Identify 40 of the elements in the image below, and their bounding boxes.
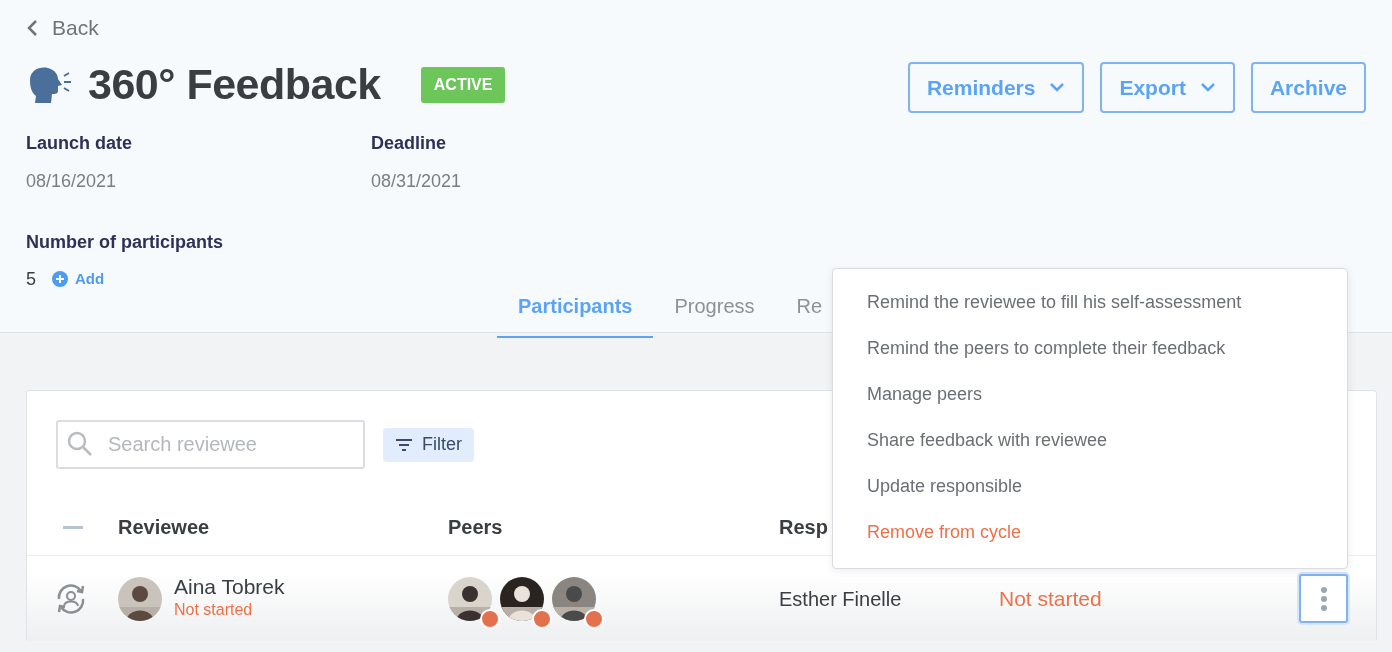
menu-item[interactable]: Remove from cycle [833, 510, 1347, 556]
field-value: 08/31/2021 [371, 169, 463, 193]
action-button[interactable]: Archive [1250, 61, 1366, 113]
back-link[interactable]: Back [26, 12, 99, 44]
search-field[interactable]: Search reviewee [56, 420, 365, 469]
menu-item[interactable]: Share feedback with reviewee [833, 418, 1347, 464]
plus-circle-icon [52, 271, 68, 288]
status-dot [480, 608, 500, 629]
tab[interactable]: Participants [497, 291, 654, 338]
status-dot [584, 608, 604, 629]
kebab-icon [1320, 586, 1327, 611]
status-text: Not started [999, 586, 1102, 610]
dash-icon [63, 526, 83, 530]
status-text: Not started [174, 600, 254, 621]
menu-item[interactable]: Remind the peers to complete their feedback [833, 326, 1347, 372]
column-header: Peers [448, 516, 503, 538]
page-title: 360° Feedback [88, 59, 381, 111]
status-badge: ACTIVE [420, 67, 506, 104]
add-link[interactable]: Add [52, 268, 105, 291]
search-icon [67, 431, 93, 457]
dropdown-button[interactable]: Reminders [907, 61, 1085, 113]
person-name: Esther Finelle [779, 587, 902, 610]
participant-count: 5 [26, 267, 36, 291]
menu-item[interactable]: Manage peers [833, 372, 1347, 418]
filter-button[interactable]: Filter [383, 427, 474, 462]
menu-item[interactable]: Update responsible [833, 464, 1347, 510]
person-name: Aina Tobrek [174, 574, 285, 599]
field-value: 08/16/2021 [26, 169, 118, 193]
more-button[interactable] [1299, 574, 1348, 623]
field-label: Number of participants [26, 230, 225, 254]
status-dot [532, 608, 552, 629]
chevron-left-icon [26, 18, 38, 37]
column-header: Reviewee [118, 516, 210, 538]
column-header: Resp [779, 516, 828, 538]
field-label: Deadline [371, 131, 448, 155]
filter-icon [395, 437, 413, 452]
field-label: Launch date [26, 131, 133, 155]
menu-item[interactable]: Remind the reviewee to fill his self-assessment [833, 280, 1347, 326]
dropdown-button[interactable]: Export [1100, 61, 1235, 113]
tab[interactable]: Progress [653, 291, 776, 338]
